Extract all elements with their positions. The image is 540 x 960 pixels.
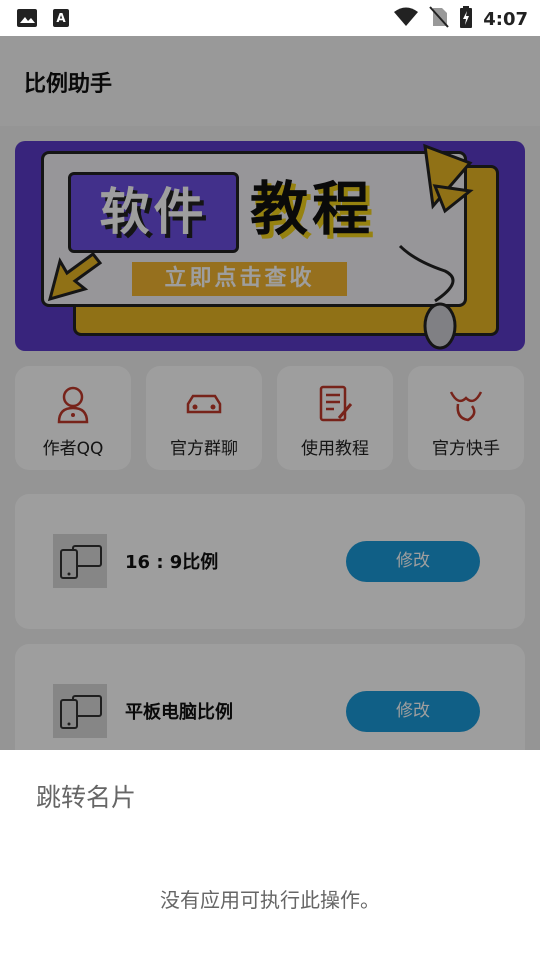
battery-charging-icon bbox=[459, 6, 473, 32]
dialog-message: 没有应用可执行此操作。 bbox=[160, 888, 380, 912]
dialog-title: 跳转名片 bbox=[36, 783, 137, 812]
text-a-icon: A bbox=[52, 8, 70, 32]
svg-text:A: A bbox=[56, 11, 66, 25]
status-left-icons: A bbox=[16, 8, 70, 32]
no-sim-icon bbox=[429, 6, 449, 32]
wifi-icon bbox=[393, 6, 419, 32]
status-right-icons: 4:07 bbox=[393, 6, 528, 32]
status-time: 4:07 bbox=[483, 8, 528, 30]
bottom-sheet-dialog: 跳转名片 没有应用可执行此操作。 bbox=[0, 750, 540, 960]
image-icon bbox=[16, 8, 38, 32]
status-bar: A 4:07 bbox=[0, 0, 540, 36]
